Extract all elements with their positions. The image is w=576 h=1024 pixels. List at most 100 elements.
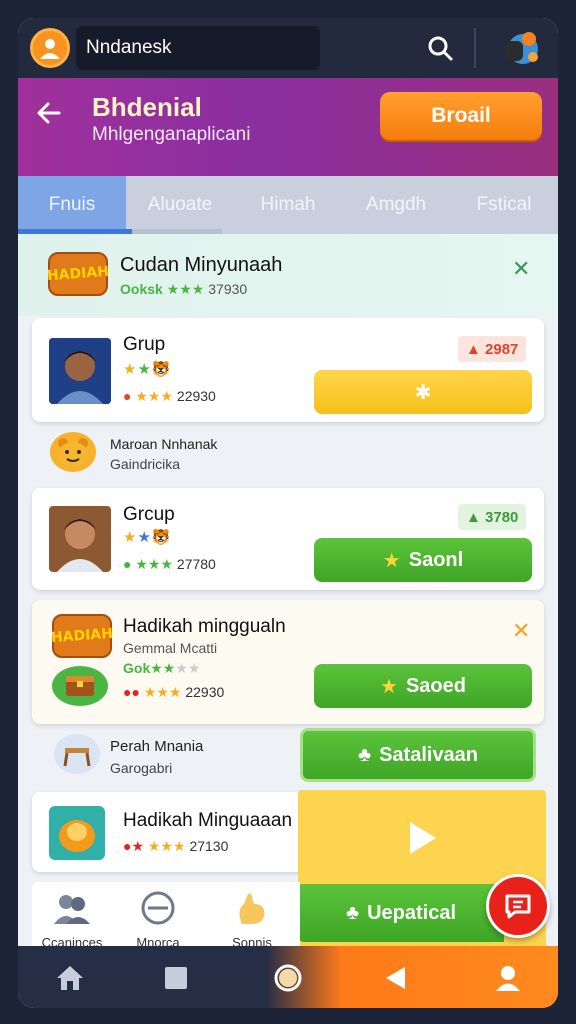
gift-image <box>49 806 105 860</box>
tab-amgdh[interactable]: Amgdh <box>342 176 450 234</box>
star-rating-icon: ★★🐯 <box>123 361 172 378</box>
search-icon <box>428 36 453 61</box>
people-icon <box>54 895 90 924</box>
price-value: 3780 <box>485 508 519 526</box>
bottom-navigation <box>18 946 558 1008</box>
promo-banner[interactable]: HADIAH Cudan Minyunaah Ooksk ★★★ 37930 ✕ <box>18 234 558 316</box>
save-button-label: Saoed <box>405 674 466 697</box>
price-tag: ▲ 3780 <box>458 504 527 530</box>
promo-meta-tag: Ooksk <box>120 281 163 297</box>
star-icon: ★ <box>380 675 398 698</box>
card-stats-value: 22930 <box>185 684 225 700</box>
page-header: Bhdenial Mhlgenganaplicani Broail <box>18 78 558 176</box>
star-rating-icon: ★★★ <box>166 281 205 297</box>
chat-button[interactable] <box>486 874 550 938</box>
play-button[interactable] <box>298 790 546 886</box>
gift-box-icon <box>59 820 95 852</box>
card-stats: ●★ ★★★ 27130 <box>123 838 228 855</box>
coin-icon: ●★ <box>123 838 145 854</box>
tab-fstical[interactable]: Fstical <box>450 176 558 234</box>
page-subtitle: Mhlgenganaplicani <box>92 124 251 145</box>
search-input[interactable]: Nndanesk <box>76 26 320 70</box>
profile-button[interactable] <box>498 26 544 70</box>
note-title: Maroan Nnhanak <box>110 436 218 452</box>
quick-item-ccaninces[interactable]: Ccaninces <box>32 890 112 950</box>
avatar <box>49 506 111 572</box>
card-action-button[interactable]: ✱ <box>314 370 532 414</box>
card-subtitle: Gemmal Mcatti <box>123 640 218 656</box>
save-button[interactable]: ★ Saoed <box>314 664 532 708</box>
arrow-left-icon <box>37 102 61 124</box>
search-button[interactable] <box>420 30 460 66</box>
coin-icon: ● <box>123 556 132 572</box>
coin-icon: ●● <box>123 684 140 700</box>
group-card[interactable]: Grcup ★★🐯 ● ★★★ 27780 ▲ 3780 ★ Saonl <box>32 488 544 590</box>
cake-icon: ♣ <box>345 901 360 924</box>
broadcast-button[interactable]: Broail <box>380 92 542 140</box>
update-label: Uepatical <box>367 901 457 924</box>
quick-item-mnorca[interactable]: Mnorca <box>118 890 198 950</box>
card-rating: Gok★★★★ <box>123 660 200 677</box>
top-bar: Nndanesk <box>18 18 558 78</box>
card-stats-value: 27130 <box>189 838 229 854</box>
promo-title: Cudan Minyunaah <box>120 254 283 276</box>
price-tag: ▲ 2987 <box>458 336 527 362</box>
save-all-label: Satalivaan <box>379 743 479 766</box>
save-button[interactable]: ★ Saonl <box>314 538 532 582</box>
note-subtitle: Gaindricika <box>110 456 181 472</box>
user-logo-icon <box>40 39 60 59</box>
card-title: Hadikah minggualn <box>123 616 286 637</box>
nav-back[interactable] <box>374 958 418 998</box>
save-all-button[interactable]: ♣ Satalivaan <box>300 728 536 782</box>
character-avatar-icon <box>505 32 538 64</box>
group-card[interactable]: Grup ★★🐯 ● ★★★ 22930 ▲ 2987 ✱ <box>32 318 544 422</box>
nav-square[interactable] <box>154 958 198 998</box>
bear-emoji-icon <box>50 432 96 472</box>
save-button-label: Saonl <box>408 548 464 571</box>
app-logo[interactable] <box>30 28 70 68</box>
card-title: Grcup <box>123 504 175 525</box>
tab-himah[interactable]: Himah <box>234 176 342 234</box>
badge-text: HADIAH <box>50 625 114 647</box>
close-icon[interactable]: ✕ <box>512 256 530 282</box>
star-rating-icon: ★★★ <box>143 684 182 700</box>
star-rating-icon: ★★★ <box>135 556 174 572</box>
nav-home-circle[interactable] <box>266 958 310 998</box>
tab-fnuis[interactable]: Fnuis <box>18 176 132 234</box>
star-rating-icon: ★★★★ <box>150 660 201 676</box>
avatar <box>49 338 111 404</box>
update-button[interactable]: ♣ Uepatical <box>298 884 504 942</box>
card-stats-value: 22930 <box>176 388 216 404</box>
star-rating-icon: ★★★ <box>135 388 174 404</box>
card-stats: ●● ★★★ 22930 <box>123 684 224 701</box>
nav-profile[interactable] <box>486 958 530 998</box>
note-subtitle: Garogabri <box>110 760 173 776</box>
chair-icon <box>54 734 100 774</box>
triangle-back-icon <box>386 967 405 989</box>
tag-icon: ▲ <box>466 340 481 358</box>
play-icon <box>410 822 436 854</box>
reward-card[interactable]: HADIAH Hadikah minggualn Gemmal Mcatti G… <box>32 600 544 724</box>
nav-home[interactable] <box>48 958 92 998</box>
close-icon[interactable]: ✕ <box>512 618 530 644</box>
topbar-divider <box>474 28 476 68</box>
reward-badge-image: HADIAH <box>50 614 114 658</box>
tab-aluoate[interactable]: Aluoate <box>126 176 234 234</box>
tag-icon: ▲ <box>466 508 481 526</box>
back-button[interactable] <box>32 96 66 130</box>
promo-meta: Ooksk ★★★ 37930 <box>120 281 247 298</box>
content-list: HADIAH Cudan Minyunaah Ooksk ★★★ 37930 ✕… <box>18 234 558 964</box>
price-value: 2987 <box>485 340 519 358</box>
person-icon <box>496 966 520 991</box>
treasure-chest-icon <box>52 666 108 706</box>
person-avatar-icon <box>49 506 111 572</box>
star-icon: ★ <box>382 549 401 572</box>
coin-icon: ● <box>123 388 132 404</box>
reward-badge-image: HADIAH <box>47 252 109 296</box>
card-stats: ● ★★★ 27780 <box>123 556 216 573</box>
quick-item-sonnis[interactable]: Sonnis <box>212 890 292 950</box>
tab-bar: Fnuis Aluoate Himah Amgdh Fstical <box>18 176 558 234</box>
app-frame: Nndanesk Bhdenial Mhlgenganaplicani Broa… <box>18 18 558 1008</box>
promo-meta-value: 37930 <box>208 281 248 297</box>
note-title: Perah Mnania <box>110 738 204 755</box>
